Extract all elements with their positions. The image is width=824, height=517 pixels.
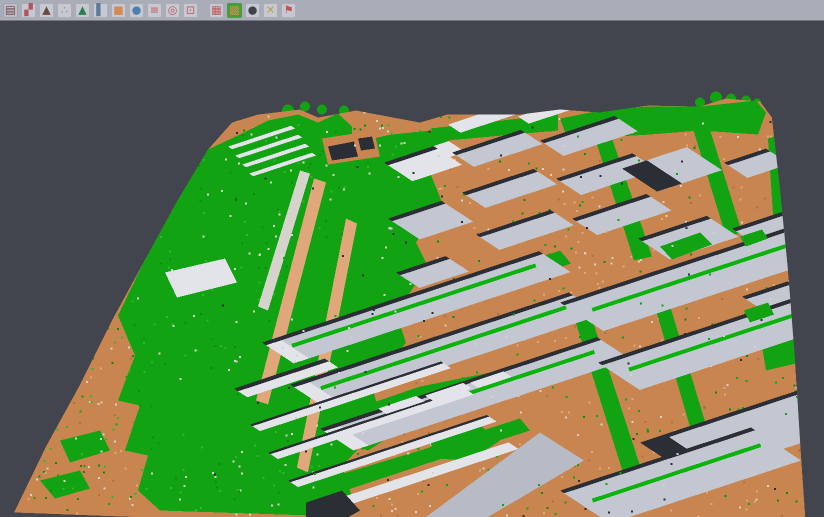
red-extent-icon[interactable]: ⊡ bbox=[183, 3, 198, 18]
red-list-icon[interactable]: ≡ bbox=[147, 3, 162, 18]
dark-sphere-glyph: ● bbox=[248, 2, 258, 17]
red-grid-icon[interactable]: ▦ bbox=[209, 3, 224, 18]
red-flag-glyph: ⚑ bbox=[284, 2, 294, 17]
red-grid-glyph: ▦ bbox=[211, 2, 221, 17]
red-flag-icon[interactable]: ⚑ bbox=[281, 3, 296, 18]
gray-points-icon[interactable]: ∴ bbox=[57, 3, 72, 18]
orange-tile-glyph: ■ bbox=[113, 2, 123, 17]
brown-hill-terrain-icon[interactable]: ▲ bbox=[39, 3, 54, 18]
blue-globe-icon[interactable]: ● bbox=[129, 3, 144, 18]
blue-column-icon[interactable]: ▌ bbox=[93, 3, 108, 18]
blue-globe-glyph: ● bbox=[132, 2, 142, 17]
classification-palette-glyph: ▩ bbox=[229, 2, 239, 17]
brown-hill-terrain-glyph: ▲ bbox=[42, 2, 50, 17]
yellow-marker-icon[interactable]: ✕ bbox=[263, 3, 278, 18]
gray-points-glyph: ∴ bbox=[61, 2, 68, 17]
classification-palette-icon[interactable]: ▩ bbox=[227, 3, 242, 18]
orange-tile-icon[interactable]: ■ bbox=[111, 3, 126, 18]
maroon-grid-glyph: ▤ bbox=[5, 2, 15, 17]
red-ring-icon[interactable]: ◎ bbox=[165, 3, 180, 18]
red-teal-scatter-glyph: ▞ bbox=[24, 2, 32, 17]
toolbar: ▤ ▞ ▲ ∴ ▲ ▌ ■ ● ≡ ◎ ⊡ ▦ ▩ ● ✕ ⚑ bbox=[0, 0, 824, 21]
dark-sphere-icon[interactable]: ● bbox=[245, 3, 260, 18]
blue-column-glyph: ▌ bbox=[96, 2, 104, 17]
green-hill-terrain-glyph: ▲ bbox=[78, 2, 86, 17]
maroon-grid-icon[interactable]: ▤ bbox=[3, 3, 18, 18]
red-ring-glyph: ◎ bbox=[168, 2, 178, 17]
3d-viewport[interactable] bbox=[0, 21, 824, 517]
red-teal-scatter-icon[interactable]: ▞ bbox=[21, 3, 36, 18]
point-cloud-render bbox=[0, 21, 824, 517]
yellow-marker-glyph: ✕ bbox=[266, 2, 275, 17]
red-list-glyph: ≡ bbox=[150, 2, 159, 17]
green-hill-terrain-icon[interactable]: ▲ bbox=[75, 3, 90, 18]
red-extent-glyph: ⊡ bbox=[186, 2, 195, 17]
